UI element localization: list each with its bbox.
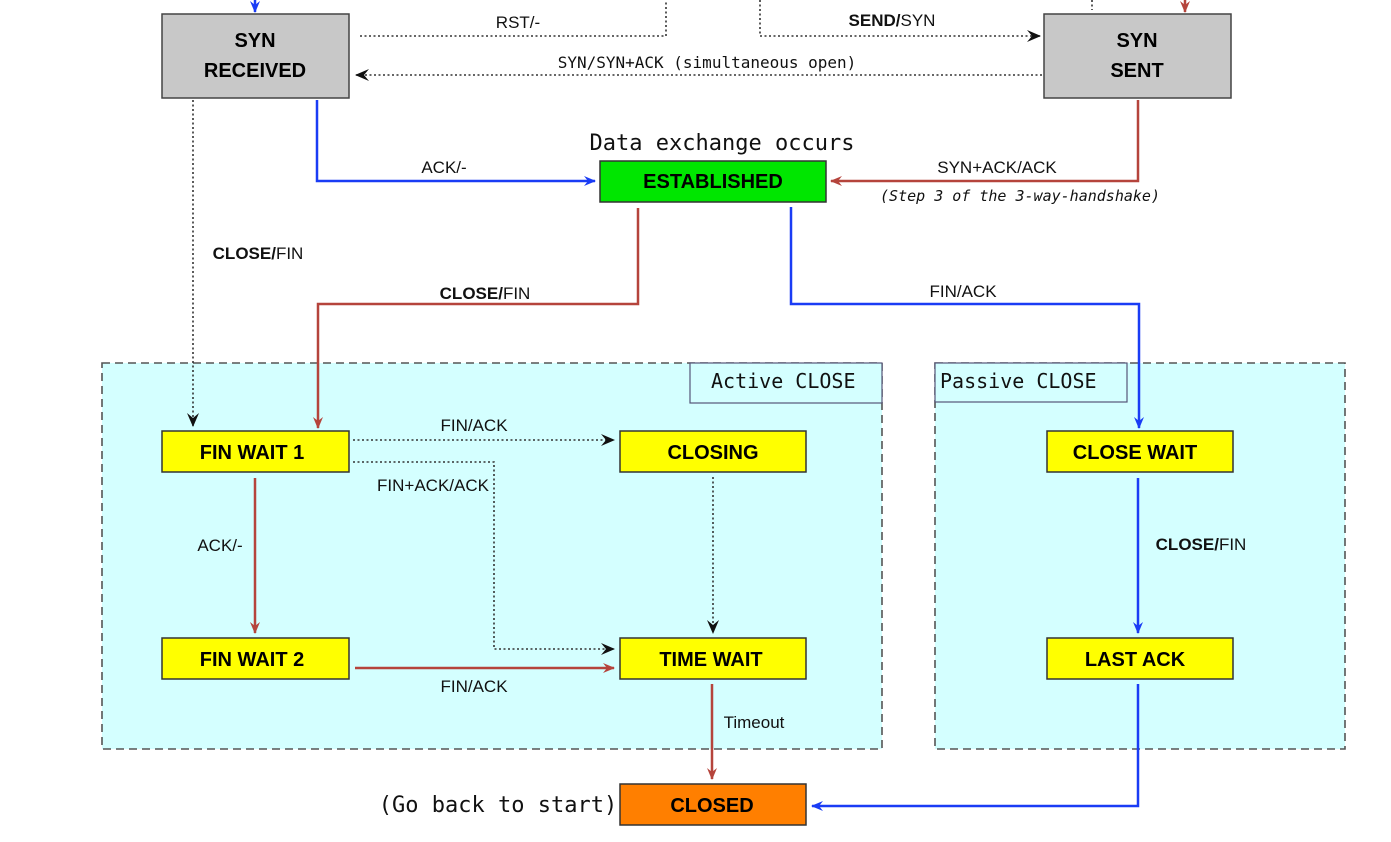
label-close-fin-established: CLOSE/FIN xyxy=(440,284,531,303)
state-established: ESTABLISHED xyxy=(599,160,827,203)
state-syn-sent: SYN SENT xyxy=(1043,13,1232,99)
label-close-fin-closewait: CLOSE/FIN xyxy=(1156,535,1247,554)
label-send-syn: SEND/SYN xyxy=(849,11,936,30)
tcp-state-diagram: Active CLOSE Passive CLOSE RST/- SEND/SY… xyxy=(101,0,1346,826)
state-syn-received: SYN RECEIVED xyxy=(161,13,350,99)
active-close-label: Active CLOSE xyxy=(711,369,856,393)
state-close-wait: CLOSE WAIT xyxy=(1046,430,1234,473)
label-timeout: Timeout xyxy=(724,713,785,732)
svg-text:CLOSE WAIT: CLOSE WAIT xyxy=(1073,442,1197,464)
svg-text:ESTABLISHED: ESTABLISHED xyxy=(643,171,783,193)
label-fin-ack-closing: FIN/ACK xyxy=(440,416,508,435)
svg-text:RECEIVED: RECEIVED xyxy=(204,60,306,82)
state-time-wait: TIME WAIT xyxy=(619,637,807,680)
svg-text:SYN: SYN xyxy=(1116,30,1157,52)
svg-text:TIME WAIT: TIME WAIT xyxy=(659,649,762,671)
state-closing: CLOSING xyxy=(619,430,807,473)
label-data-exchange: Data exchange occurs xyxy=(590,131,855,156)
svg-text:SENT: SENT xyxy=(1110,60,1163,82)
svg-text:CLOSED: CLOSED xyxy=(670,795,753,817)
label-go-back: (Go back to start) xyxy=(379,793,617,818)
label-step3: (Step 3 of the 3-way-handshake) xyxy=(880,187,1160,205)
state-closed: CLOSED xyxy=(619,783,807,826)
label-synack-ack: SYN+ACK/ACK xyxy=(937,158,1057,177)
label-ack-finwait2: ACK/- xyxy=(197,536,242,555)
svg-text:FIN WAIT 2: FIN WAIT 2 xyxy=(200,649,304,671)
state-last-ack: LAST ACK xyxy=(1046,637,1234,680)
svg-text:LAST ACK: LAST ACK xyxy=(1085,649,1186,671)
svg-text:CLOSING: CLOSING xyxy=(667,442,758,464)
label-finack-ack: FIN+ACK/ACK xyxy=(377,476,490,495)
label-rst: RST/- xyxy=(496,13,540,32)
label-close-fin-synrcvd: CLOSE/FIN xyxy=(213,244,304,263)
svg-text:FIN WAIT 1: FIN WAIT 1 xyxy=(200,442,304,464)
state-fin-wait-1: FIN WAIT 1 xyxy=(161,430,350,473)
label-simultaneous-open: SYN/SYN+ACK (simultaneous open) xyxy=(558,53,857,72)
label-fin-ack-timewait: FIN/ACK xyxy=(440,677,508,696)
label-fin-ack-passive: FIN/ACK xyxy=(929,282,997,301)
svg-text:SYN: SYN xyxy=(234,30,275,52)
state-fin-wait-2: FIN WAIT 2 xyxy=(161,637,350,680)
label-ack-established: ACK/- xyxy=(421,158,466,177)
passive-close-label: Passive CLOSE xyxy=(940,369,1097,393)
